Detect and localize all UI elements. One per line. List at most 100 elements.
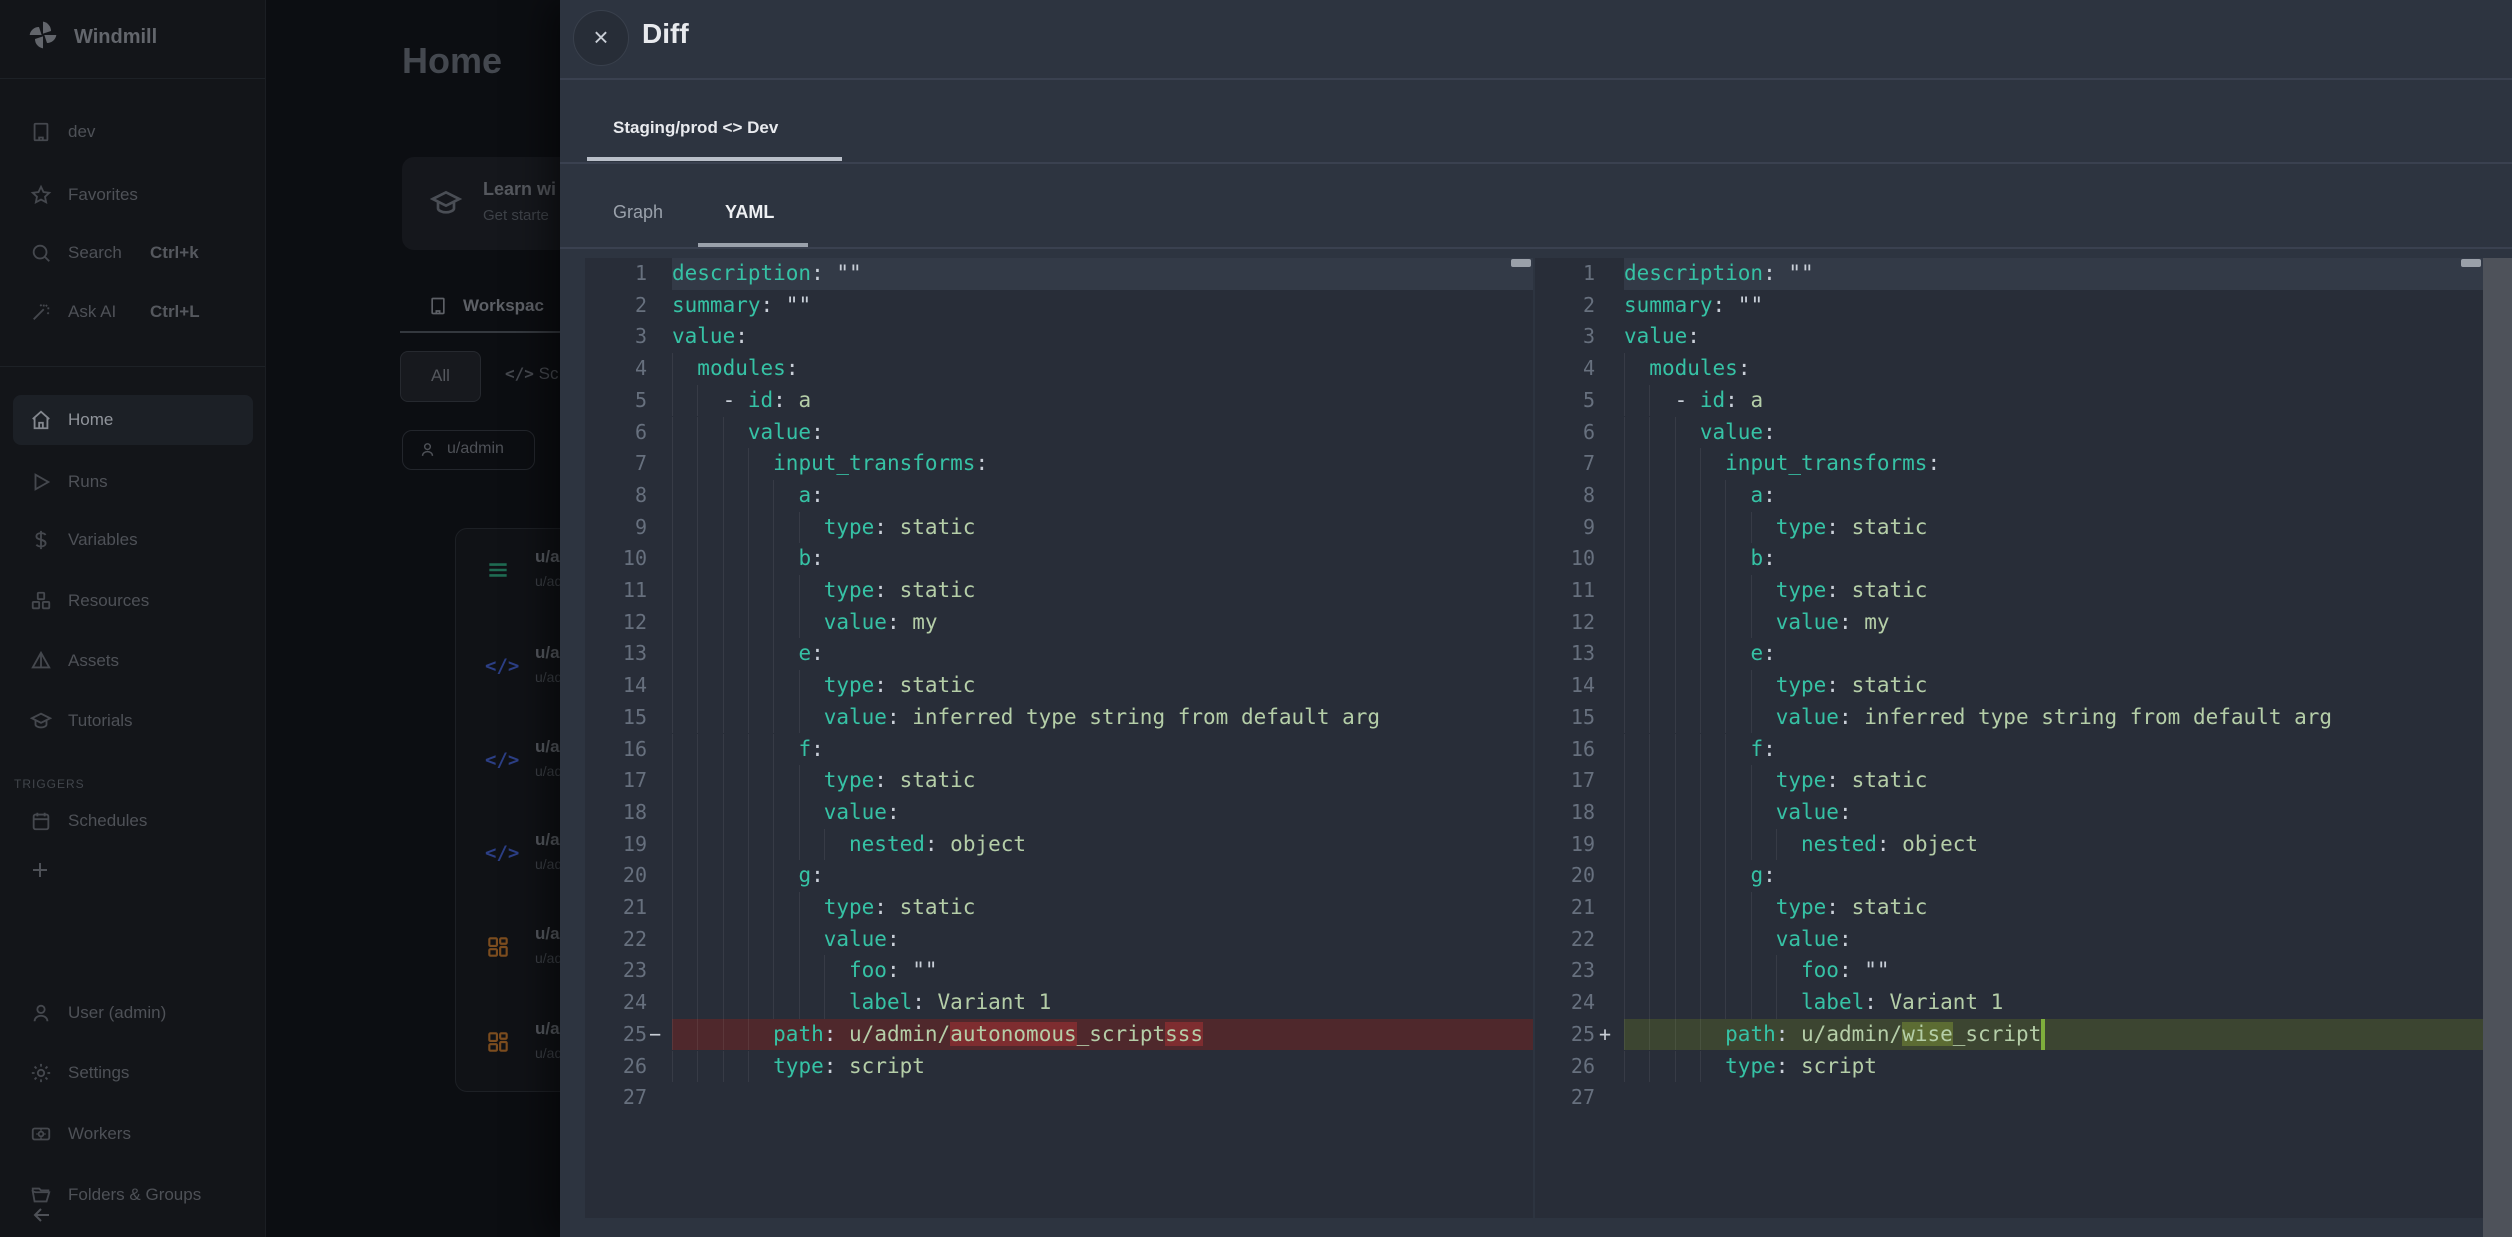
- code-line: value: inferred type string from default…: [1624, 702, 2483, 734]
- code-line: input_transforms:: [1624, 448, 2483, 480]
- indent-guide: [1649, 924, 1650, 956]
- sidebar: Windmill TRIGGERS devFavoritesSearchCtrl…: [0, 0, 266, 1237]
- line-number: 23: [1535, 955, 1595, 987]
- indent-guide: [1776, 987, 1777, 1019]
- line-number: 9: [585, 512, 647, 544]
- sidebar-item-ask-ai[interactable]: Ask AICtrl+L: [0, 298, 265, 328]
- line-number: 16: [585, 734, 647, 766]
- indent-guide: [1700, 575, 1701, 607]
- code-icon: </>: [485, 653, 511, 679]
- indent-guide: [723, 734, 724, 766]
- indent-guide: [1675, 797, 1676, 829]
- indent-guide: [773, 638, 774, 670]
- indent-guide: [697, 480, 698, 512]
- indent-guide: [1675, 924, 1676, 956]
- code-line: input_transforms:: [672, 448, 1533, 480]
- line-number: 15: [1535, 702, 1595, 734]
- line-number: 2: [1535, 290, 1595, 322]
- line-number: 25−: [585, 1019, 647, 1051]
- filter-scripts-button[interactable]: </> Sc: [505, 364, 558, 388]
- line-number: 24: [1535, 987, 1595, 1019]
- indent-guide: [799, 892, 800, 924]
- collapse-sidebar-button[interactable]: [30, 1203, 54, 1227]
- indent-guide: [773, 734, 774, 766]
- tab-yaml[interactable]: YAML: [725, 202, 774, 223]
- indent-guide: [824, 829, 825, 861]
- indent-guide: [1725, 765, 1726, 797]
- user-icon: [30, 1002, 52, 1024]
- sidebar-item-label: Workers: [68, 1124, 131, 1144]
- owner-filter-chip[interactable]: u/admin: [402, 430, 535, 470]
- indent-guide: [1700, 734, 1701, 766]
- sidebar-item-favorites[interactable]: Favorites: [0, 181, 265, 211]
- indent-guide: [773, 543, 774, 575]
- line-number: 8: [585, 480, 647, 512]
- line-number: 18: [585, 797, 647, 829]
- indent-guide: [1725, 480, 1726, 512]
- search-icon: [30, 242, 52, 264]
- diff-editor-original[interactable]: 1234567891011121314151617181920212223242…: [585, 258, 1533, 1218]
- indent-guide: [1624, 1019, 1625, 1051]
- sidebar-item-runs[interactable]: Runs: [0, 468, 265, 498]
- indent-guide: [799, 575, 800, 607]
- sidebar-item-tutorials[interactable]: Tutorials: [0, 707, 265, 737]
- indent-guide: [1649, 512, 1650, 544]
- flow-icon: [485, 557, 511, 583]
- indent-guide: [697, 670, 698, 702]
- sidebar-item-assets[interactable]: Assets: [0, 647, 265, 677]
- editor-scrollbar[interactable]: [2461, 259, 2481, 267]
- code-line: value: inferred type string from default…: [672, 702, 1533, 734]
- tab-staging-prod-dev[interactable]: Staging/prod <> Dev: [613, 118, 778, 138]
- line-number: 26: [1535, 1051, 1595, 1083]
- indent-guide: [697, 512, 698, 544]
- indent-guide: [748, 512, 749, 544]
- indent-guide: [1649, 1051, 1650, 1083]
- sidebar-item-label: Schedules: [68, 811, 147, 831]
- indent-guide: [697, 955, 698, 987]
- indent-guide: [697, 543, 698, 575]
- line-number: 21: [1535, 892, 1595, 924]
- indent-guide: [1700, 670, 1701, 702]
- sidebar-item-label: Tutorials: [68, 711, 133, 731]
- indent-guide: [1649, 734, 1650, 766]
- indent-guide: [748, 765, 749, 797]
- indent-guide: [748, 543, 749, 575]
- sidebar-item-resources[interactable]: Resources: [0, 587, 265, 617]
- line-number: 9: [1535, 512, 1595, 544]
- indent-guide: [1675, 765, 1676, 797]
- sidebar-item-workers[interactable]: Workers: [0, 1120, 265, 1150]
- sidebar-item-label: Favorites: [68, 185, 138, 205]
- indent-guide: [1675, 480, 1676, 512]
- add-trigger-button[interactable]: [28, 858, 52, 882]
- indent-guide: [1751, 765, 1752, 797]
- indent-guide: [748, 924, 749, 956]
- sidebar-item-dev[interactable]: dev: [0, 118, 265, 148]
- filter-all-button[interactable]: All: [400, 351, 481, 402]
- divider: [0, 366, 265, 367]
- indent-guide: [1700, 638, 1701, 670]
- indent-guide: [672, 385, 673, 417]
- indent-guide: [773, 670, 774, 702]
- indent-guide: [672, 448, 673, 480]
- tab-graph[interactable]: Graph: [613, 202, 663, 223]
- indent-guide: [697, 892, 698, 924]
- sidebar-item-variables[interactable]: Variables: [0, 526, 265, 556]
- code-line: b:: [1624, 543, 2483, 575]
- indent-guide: [1725, 670, 1726, 702]
- sidebar-item-settings[interactable]: Settings: [0, 1059, 265, 1089]
- indent-guide: [773, 797, 774, 829]
- sidebar-item-schedules[interactable]: Schedules: [0, 807, 265, 837]
- modal-scrollbar[interactable]: [2483, 258, 2512, 1237]
- sidebar-item-search[interactable]: SearchCtrl+k: [0, 239, 265, 269]
- close-button[interactable]: ×: [573, 10, 629, 66]
- code-icon: </>: [485, 840, 511, 866]
- diff-editor-modified[interactable]: 1234567891011121314151617181920212223242…: [1535, 258, 2483, 1218]
- editor-scrollbar[interactable]: [1511, 259, 1531, 267]
- wand-icon: [30, 301, 52, 323]
- indent-guide: [748, 829, 749, 861]
- indent-guide: [1649, 480, 1650, 512]
- sidebar-item-user[interactable]: User (admin): [0, 999, 265, 1029]
- insert-marker: [2041, 1019, 2045, 1051]
- sidebar-item-home[interactable]: Home: [0, 406, 265, 436]
- indent-guide: [799, 829, 800, 861]
